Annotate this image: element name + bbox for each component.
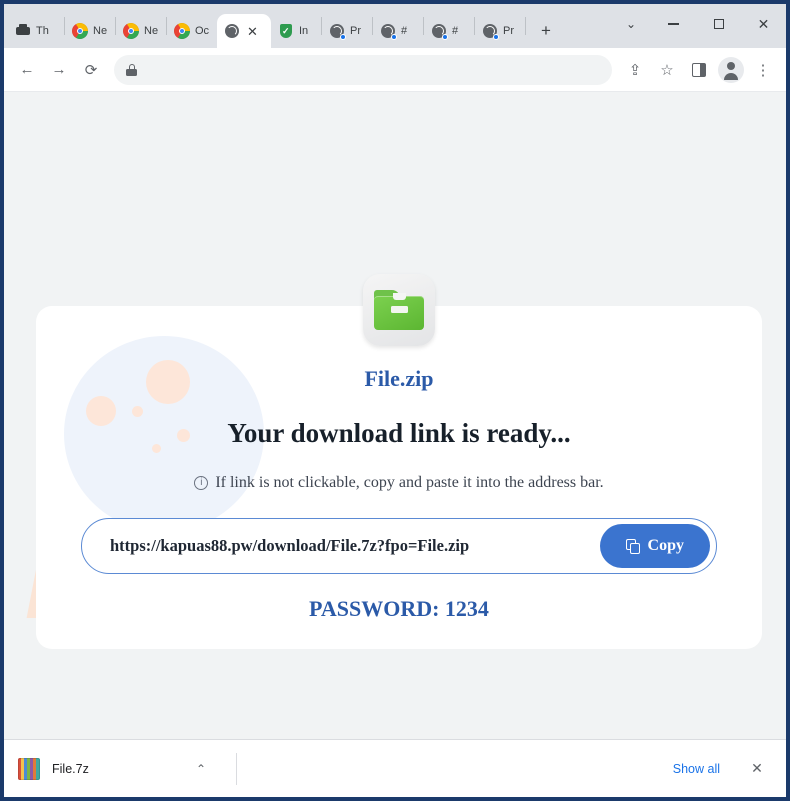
badge-dot — [442, 34, 448, 40]
tab-label: Ne — [144, 25, 159, 37]
file-name-label: File.zip — [364, 366, 434, 391]
download-link-row: https://kapuas88.pw/download/File.7z?fpo… — [81, 518, 717, 574]
folder-front — [374, 296, 424, 330]
copy-icon — [625, 538, 640, 554]
tab-pr-1[interactable]: Pr — [322, 14, 372, 48]
tab-hash-2[interactable]: # — [424, 14, 474, 48]
badge-dot — [391, 34, 397, 40]
tab-oc[interactable]: Oc — [167, 14, 217, 48]
share-icon[interactable]: ⇪ — [620, 55, 650, 85]
tab-search-icon[interactable]: ⌄ — [611, 7, 651, 41]
maximize-button[interactable] — [696, 7, 741, 41]
window-controls: ⌄ ✕ — [611, 4, 786, 44]
forward-button[interactable]: → — [44, 55, 74, 85]
chrome-menu-button[interactable]: ⋮ — [748, 55, 778, 85]
globe-icon — [431, 23, 448, 40]
tab-th[interactable]: Th — [8, 14, 64, 48]
blob-dot — [132, 406, 143, 417]
tab-strip: Th Ne Ne Oc ✕ In Pr — [4, 4, 786, 48]
chevron-up-icon[interactable]: ⌃ — [186, 762, 216, 776]
download-card: File.zip Your download link is ready... … — [36, 306, 762, 649]
tab-label: Ne — [93, 25, 108, 37]
avatar-icon — [718, 56, 744, 83]
tab-label: # — [452, 25, 459, 37]
chrome-icon — [72, 23, 88, 39]
globe-icon — [380, 23, 397, 40]
tab-ne-1[interactable]: Ne — [65, 14, 115, 48]
tab-label: Pr — [350, 25, 361, 37]
tab-pr-2[interactable]: Pr — [475, 14, 525, 48]
minimize-button[interactable] — [651, 7, 696, 41]
tab-divider — [525, 17, 526, 35]
info-icon: i — [194, 476, 209, 490]
download-file-name: File.7z — [52, 761, 89, 776]
close-shelf-button[interactable]: ✕ — [742, 754, 772, 784]
reload-button[interactable]: ⟳ — [76, 55, 106, 85]
browser-toolbar: ← → ⟳ ⇪ ☆ ⋮ — [4, 48, 786, 92]
archive-file-icon — [18, 757, 40, 780]
download-shelf: File.7z ⌃ Show all ✕ — [4, 739, 786, 797]
side-panel-icon — [692, 62, 706, 77]
shelf-divider — [236, 752, 237, 785]
chrome-icon — [123, 23, 139, 39]
minimize-icon — [668, 23, 679, 25]
shield-icon — [278, 23, 294, 39]
bookmark-star-icon[interactable]: ☆ — [652, 55, 682, 85]
tab-label: # — [401, 25, 408, 37]
address-bar[interactable] — [114, 54, 612, 85]
profile-button[interactable] — [716, 55, 746, 85]
globe-icon — [329, 23, 346, 40]
page-content: pc risk.com File.zip Your download link … — [4, 92, 786, 739]
tab-label: Th — [36, 25, 49, 37]
download-url-text[interactable]: https://kapuas88.pw/download/File.7z?fpo… — [110, 536, 600, 556]
globe-icon — [482, 23, 499, 40]
tab-label: In — [299, 25, 309, 37]
folder-slot — [391, 306, 408, 313]
close-window-button[interactable]: ✕ — [741, 7, 786, 41]
badge-dot — [493, 34, 499, 40]
copy-button-label: Copy — [647, 537, 684, 554]
hint-text: If link is not clickable, copy and paste… — [215, 474, 604, 491]
tab-label: Oc — [195, 25, 210, 37]
badge-dot — [340, 34, 346, 40]
folder-notch — [393, 293, 406, 300]
hint-row: i If link is not clickable, copy and pas… — [36, 474, 762, 492]
side-panel-button[interactable] — [684, 55, 714, 85]
browser-window: Th Ne Ne Oc ✕ In Pr — [0, 0, 790, 801]
tab-in[interactable]: In — [271, 14, 321, 48]
tab-hash-1[interactable]: # — [373, 14, 423, 48]
page-title: Your download link is ready... — [227, 418, 571, 448]
tab-label: Pr — [503, 25, 514, 37]
password-label: PASSWORD: 1234 — [309, 596, 489, 621]
tab-ne-2[interactable]: Ne — [116, 14, 166, 48]
zip-file-icon — [363, 274, 435, 346]
lock-icon — [126, 63, 137, 76]
printer-icon — [15, 23, 31, 39]
green-folder-glyph — [374, 290, 424, 330]
back-button[interactable]: ← — [12, 55, 42, 85]
tab-active-download-page[interactable]: ✕ — [217, 14, 271, 48]
maximize-icon — [713, 19, 724, 29]
copy-button[interactable]: Copy — [599, 524, 710, 568]
show-all-button[interactable]: Show all — [659, 754, 734, 784]
new-tab-button[interactable]: + — [532, 17, 560, 45]
download-item[interactable]: File.7z ⌃ — [18, 747, 228, 791]
chrome-icon — [174, 23, 190, 39]
tab-close-icon[interactable]: ✕ — [247, 25, 258, 38]
globe-icon — [224, 23, 240, 39]
